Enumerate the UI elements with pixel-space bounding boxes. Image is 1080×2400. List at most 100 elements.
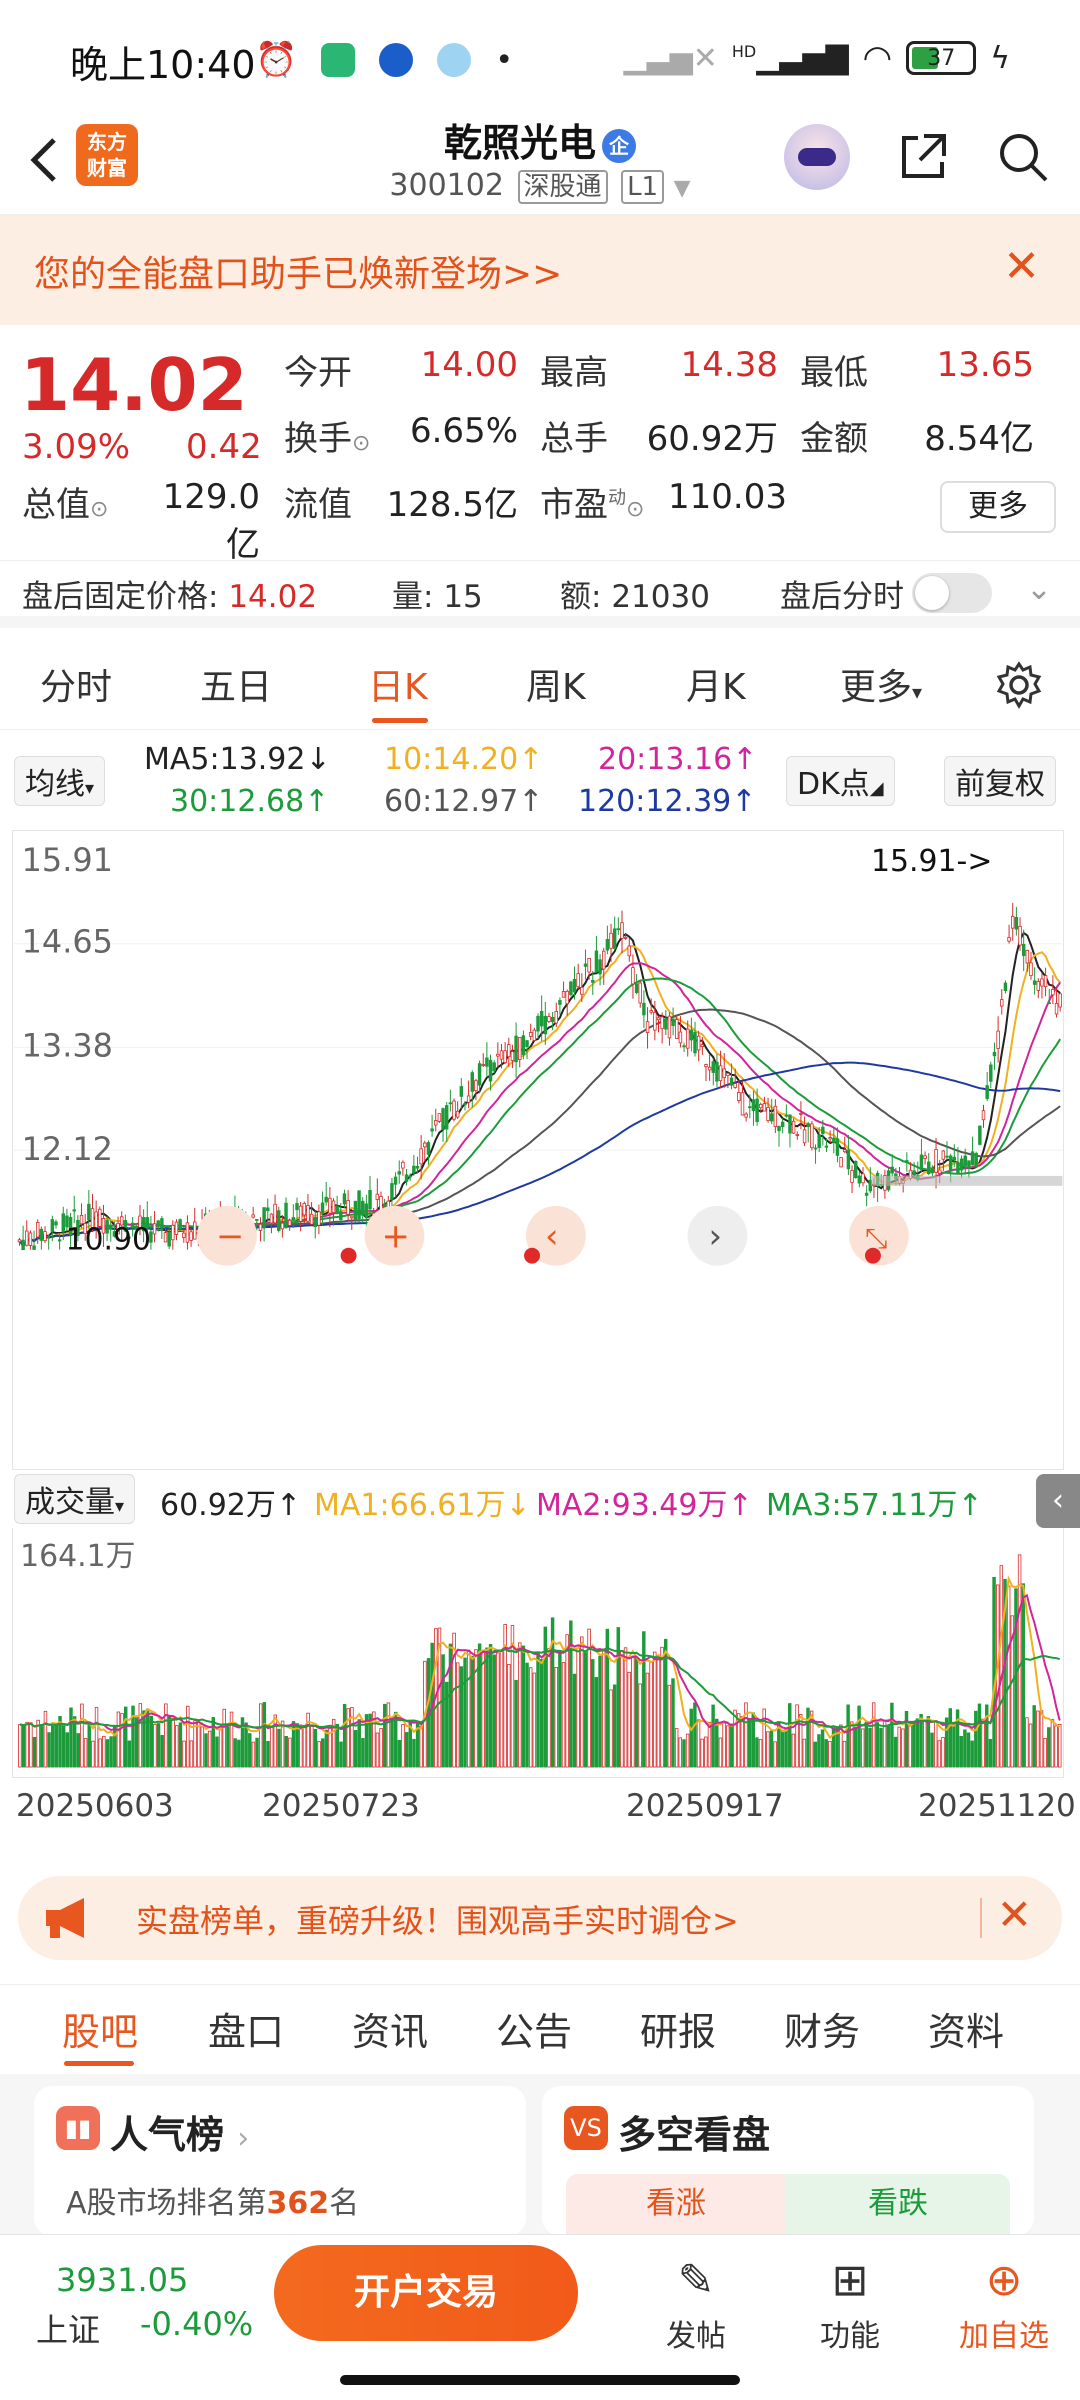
candle-body	[853, 1160, 858, 1179]
volume-bar	[105, 1739, 110, 1768]
vs-icon: VS	[564, 2106, 608, 2150]
volume-bar	[620, 1650, 624, 1768]
candlestick-chart[interactable]: 15.91 14.65 13.38 12.12 15.91-> 10.90 − …	[12, 830, 1064, 1470]
amount-label: 金额	[800, 419, 868, 459]
tab-timeshare[interactable]: 分时	[40, 658, 112, 710]
volume-bar	[379, 1728, 383, 1768]
ma-legend: 均线▾ MA5:13.92↓ 10:14.20↑ 20:13.16↑ 30:12…	[0, 742, 1080, 832]
app-notification-icon	[379, 43, 414, 77]
dropdown-triangle-icon[interactable]: ▼	[674, 176, 691, 201]
close-icon[interactable]: ✕	[997, 1890, 1032, 1939]
candle-body	[806, 1123, 810, 1128]
functions-button[interactable]: ⊞ 功能	[790, 2251, 910, 2355]
candle-body	[733, 1083, 737, 1088]
index-change[interactable]: -0.40%	[140, 2305, 253, 2343]
y-tick-2: 14.65	[22, 923, 113, 961]
volume-bar	[813, 1741, 818, 1768]
promo-text[interactable]: 实盘榜单，重磅升级！围观高手实时调仓>	[136, 1896, 739, 1942]
volume-bar	[893, 1736, 898, 1768]
tab-research[interactable]: 研报	[640, 2001, 716, 2056]
assistant-avatar[interactable]	[784, 124, 850, 190]
candle-body	[715, 1061, 719, 1082]
volume-bar	[477, 1643, 482, 1768]
candle-body	[594, 950, 599, 973]
settings-gear-icon[interactable]	[994, 660, 1044, 710]
index-name[interactable]: 上证	[36, 2305, 100, 2351]
post-button[interactable]: ✎ 发帖	[636, 2251, 756, 2355]
adjust-select[interactable]: 前复权	[944, 756, 1056, 806]
leaderboard-promo[interactable]: 实盘榜单，重磅升级！围观高手实时调仓> ✕	[18, 1876, 1062, 1960]
volume-bar	[273, 1714, 278, 1768]
tab-orderbook[interactable]: 盘口	[208, 2001, 284, 2056]
candle-body	[313, 1218, 317, 1228]
tab-forum[interactable]: 股吧	[62, 2001, 138, 2056]
after-hours-toggle[interactable]	[912, 573, 992, 613]
turnover-label: 换手⊙	[284, 419, 371, 459]
level-tag: L1	[621, 170, 665, 204]
search-icon[interactable]	[996, 130, 1050, 184]
candle-body	[160, 1218, 164, 1229]
volume-bar	[773, 1741, 777, 1768]
tab-announcements[interactable]: 公告	[496, 2001, 572, 2056]
bullish-button[interactable]: 看涨	[566, 2174, 786, 2236]
volume-chart[interactable]: 164.1万	[12, 1528, 1064, 1778]
more-button[interactable]: 更多	[940, 481, 1056, 533]
candle-body	[448, 1102, 453, 1105]
chevron-down-icon[interactable]: ⌄	[1026, 571, 1052, 607]
long-short-card[interactable]: VS 多空看盘 看涨 看跌	[542, 2086, 1034, 2236]
volume-bar	[397, 1740, 402, 1768]
volume-bar	[113, 1725, 117, 1768]
volume-bar	[186, 1705, 190, 1768]
tab-more[interactable]: 更多▾	[840, 658, 922, 710]
charging-icon: ϟ	[990, 40, 1010, 76]
tab-monthly-k[interactable]: 月K	[686, 658, 746, 710]
volume-bar	[820, 1729, 825, 1768]
volume-bar	[116, 1711, 121, 1768]
volume-bar	[456, 1662, 460, 1768]
candle-body	[930, 1167, 935, 1174]
candle-body	[32, 1245, 36, 1250]
volume-bar	[51, 1725, 55, 1768]
candle-body	[87, 1203, 91, 1220]
plus-icon: +	[381, 1217, 409, 1256]
tab-news[interactable]: 资讯	[352, 2001, 428, 2056]
assistant-banner[interactable]: 您的全能盘口助手已焕新登场>> ✕	[0, 215, 1080, 325]
tab-daily-k[interactable]: 日K	[368, 658, 428, 710]
volume-bar	[87, 1723, 91, 1768]
candle-body	[1047, 1002, 1051, 1005]
candle-body	[591, 979, 595, 983]
volume-value: 60.92万↑	[160, 1488, 302, 1523]
volume-bar	[864, 1721, 869, 1768]
volume-bar	[729, 1723, 734, 1768]
candle-body	[251, 1214, 255, 1218]
tab-profile[interactable]: 资料	[928, 2001, 1004, 2056]
candle-body	[426, 1142, 431, 1155]
status-bar: 晚上10:40 ⏰ • ▁▃▅✕ HD▁▃▅▇ ◠ 37 ϟ	[0, 0, 1080, 110]
banner-text[interactable]: 您的全能盘口助手已焕新登场>>	[34, 245, 562, 297]
candle-body	[1036, 981, 1041, 991]
candle-body	[755, 1098, 759, 1122]
vol-ma2-line	[19, 1593, 1061, 1734]
add-watchlist-button[interactable]: ⊕ 加自选	[944, 2251, 1064, 2355]
tab-finance[interactable]: 财务	[784, 2001, 860, 2056]
dk-point-select[interactable]: DK点◢	[786, 756, 895, 806]
share-icon[interactable]	[896, 130, 950, 184]
candle-body	[605, 939, 610, 951]
volume-bar	[955, 1709, 960, 1768]
candle-body	[693, 1031, 697, 1054]
candle-body	[616, 928, 621, 931]
close-icon[interactable]: ✕	[1003, 241, 1040, 292]
candle-body	[1021, 943, 1026, 957]
volume-select[interactable]: 成交量▾	[14, 1474, 136, 1524]
index-value[interactable]: 3931.05	[56, 2261, 188, 2299]
bearish-button[interactable]: 看跌	[786, 2174, 1010, 2236]
tab-five-day[interactable]: 五日	[200, 658, 272, 710]
ma-select[interactable]: 均线▾	[14, 756, 106, 806]
tab-weekly-k[interactable]: 周K	[526, 658, 586, 710]
side-panel-toggle[interactable]: ‹	[1036, 1474, 1080, 1528]
popularity-card[interactable]: ▮▮ 人气榜 › A股市场排名第362名	[34, 2086, 526, 2236]
volume-bar	[346, 1708, 351, 1768]
volume-bar	[875, 1722, 880, 1768]
open-account-button[interactable]: 开户交易	[274, 2245, 578, 2341]
date-tick: 20250723	[262, 1788, 420, 1824]
